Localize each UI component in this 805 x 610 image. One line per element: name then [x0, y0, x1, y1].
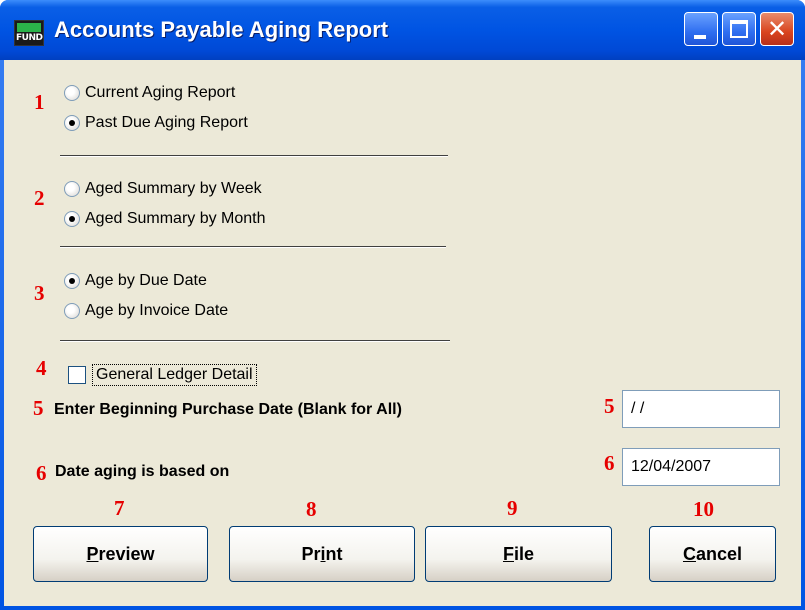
radio-button[interactable] — [64, 211, 80, 227]
radio-past-due-aging[interactable]: Past Due Aging Report — [64, 114, 248, 132]
radio-label: Aged Summary by Week — [85, 180, 262, 197]
gl-detail-checkbox[interactable] — [68, 366, 86, 384]
radio-label: Past Due Aging Report — [85, 114, 248, 131]
window-title: Accounts Payable Aging Report — [54, 17, 389, 42]
marker-2: 2 — [34, 186, 45, 210]
close-button[interactable]: ✕ — [760, 12, 794, 46]
marker-5: 5 — [33, 396, 44, 420]
report-window: FUND Accounts Payable Aging Report ✕ 1 C… — [0, 0, 805, 610]
close-icon: ✕ — [766, 15, 788, 43]
minimize-button[interactable] — [684, 12, 718, 46]
window-client-area: 1 Current Aging Report Past Due Aging Re… — [4, 60, 801, 606]
marker-3: 3 — [34, 281, 45, 305]
marker-6: 6 — [36, 461, 47, 485]
preview-button[interactable]: Preview — [33, 526, 208, 582]
marker-10: 10 — [693, 497, 714, 521]
print-button[interactable]: Print — [229, 526, 415, 582]
minimize-icon — [694, 35, 706, 39]
radio-button[interactable] — [64, 115, 80, 131]
separator — [60, 155, 448, 157]
maximize-icon — [730, 20, 748, 38]
marker-8: 8 — [306, 497, 317, 521]
radio-label: Current Aging Report — [85, 84, 236, 101]
marker-4: 4 — [36, 356, 47, 380]
radio-button[interactable] — [64, 303, 80, 319]
marker-6-field: 6 — [604, 451, 615, 475]
title-bar[interactable]: FUND Accounts Payable Aging Report ✕ — [0, 0, 805, 60]
marker-9: 9 — [507, 496, 518, 520]
separator — [60, 246, 446, 248]
gl-detail-label[interactable]: General Ledger Detail — [92, 364, 257, 386]
file-button[interactable]: File — [425, 526, 612, 582]
maximize-button[interactable] — [722, 12, 756, 46]
radio-label: Aged Summary by Month — [85, 210, 266, 227]
aging-date-input[interactable]: 12/04/2007 — [622, 448, 780, 486]
radio-age-by-invoice-date[interactable]: Age by Invoice Date — [64, 302, 228, 320]
cancel-button[interactable]: Cancel — [649, 526, 776, 582]
radio-age-by-due-date[interactable]: Age by Due Date — [64, 272, 207, 290]
radio-current-aging[interactable]: Current Aging Report — [64, 84, 235, 102]
purchase-date-input[interactable]: / / — [622, 390, 780, 428]
marker-5-field: 5 — [604, 394, 615, 418]
separator — [60, 340, 450, 342]
radio-summary-by-week[interactable]: Aged Summary by Week — [64, 180, 262, 198]
radio-label: Age by Due Date — [85, 272, 207, 289]
radio-button[interactable] — [64, 273, 80, 289]
marker-7: 7 — [114, 496, 125, 520]
aging-date-label: Date aging is based on — [55, 463, 230, 480]
radio-button[interactable] — [64, 85, 80, 101]
radio-summary-by-month[interactable]: Aged Summary by Month — [64, 210, 266, 228]
purchase-date-label: Enter Beginning Purchase Date (Blank for… — [54, 401, 402, 418]
radio-label: Age by Invoice Date — [85, 302, 229, 319]
radio-button[interactable] — [64, 181, 80, 197]
app-logo-icon: FUND — [14, 20, 44, 46]
marker-1: 1 — [34, 90, 45, 114]
